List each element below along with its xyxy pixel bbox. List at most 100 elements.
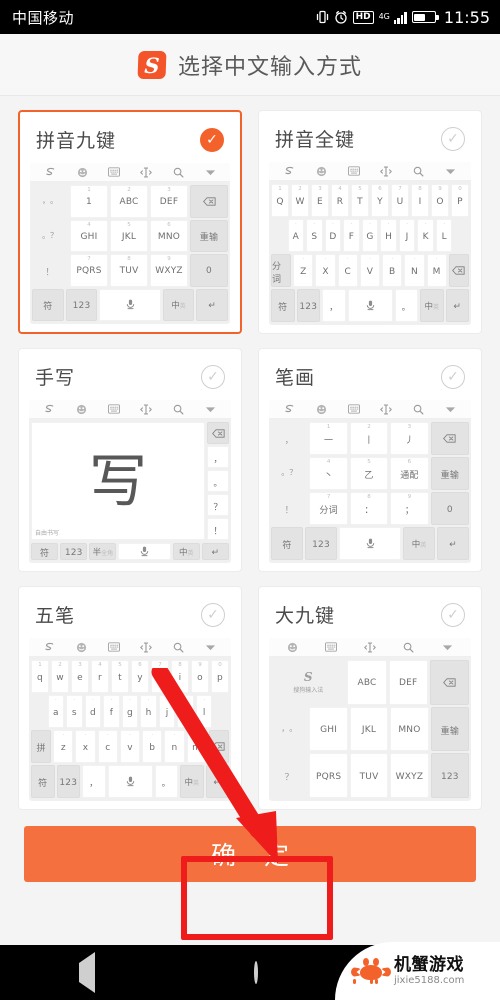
check-circle-outline-icon[interactable]: ✓ bbox=[441, 364, 465, 389]
key-⌫[interactable] bbox=[430, 422, 470, 455]
emoji-icon[interactable] bbox=[74, 640, 89, 655]
key-i[interactable]: 8i bbox=[171, 660, 189, 693]
input-method-card-wubi[interactable]: 五笔 ✓ 1 q 2 w 3 e 4 r 5 t 6 y 7 u 8 i 9 o 0 p · a · s · d · f · g · h · j ·… bbox=[18, 586, 242, 810]
key-🎙[interactable] bbox=[99, 288, 161, 321]
key-TUV[interactable]: 8 TUV bbox=[110, 254, 148, 287]
key-V[interactable]: · V bbox=[359, 254, 381, 287]
key-123[interactable]: 123 bbox=[305, 527, 337, 560]
sogou-icon[interactable] bbox=[43, 165, 58, 180]
emoji-icon[interactable] bbox=[74, 402, 89, 417]
key-JKL[interactable]: JKL bbox=[349, 706, 389, 752]
handwriting-pad[interactable]: 写 自由书写 bbox=[31, 422, 205, 540]
chevron-down-icon[interactable] bbox=[443, 402, 458, 417]
cursor-move-icon[interactable] bbox=[362, 640, 377, 655]
key-符[interactable]: 符 bbox=[271, 527, 303, 560]
key-l[interactable]: · l bbox=[195, 695, 213, 728]
key-H[interactable]: · H bbox=[380, 219, 397, 252]
key-v[interactable]: · v bbox=[119, 730, 141, 763]
input-method-card-handwriting[interactable]: 手写 ✓ 写 自由书写 ，。？！ 符 123 半全角 中英 ↵ bbox=[18, 348, 242, 572]
keyboard-icon[interactable] bbox=[346, 402, 361, 417]
chevron-down-icon[interactable] bbox=[203, 165, 218, 180]
key-🎙[interactable] bbox=[347, 289, 393, 322]
key-中英[interactable]: 中英 bbox=[403, 527, 435, 560]
key-↵[interactable]: ↵ bbox=[201, 543, 229, 560]
key-MNO[interactable]: 6 MNO bbox=[150, 219, 188, 252]
key-。[interactable]: 。 bbox=[394, 289, 418, 322]
chevron-down-icon[interactable] bbox=[443, 164, 458, 179]
input-method-card-pinyin-full-key[interactable]: 拼音全键 ✓ 1 Q 2 W 3 E 4 R 5 T 6 Y 7 U 8 I 9 O 0 P · A · S · D · F · G · H ·… bbox=[258, 110, 482, 334]
confirm-button[interactable]: 确 定 bbox=[24, 826, 476, 882]
key-m[interactable]: · m bbox=[186, 730, 207, 763]
key-通配[interactable]: 6 通配 bbox=[390, 457, 429, 490]
key-x[interactable]: · x bbox=[75, 730, 96, 763]
key-⌫[interactable] bbox=[429, 660, 470, 705]
cursor-move-icon[interactable] bbox=[379, 164, 394, 179]
search-icon[interactable] bbox=[411, 164, 426, 179]
cursor-move-icon[interactable] bbox=[139, 165, 154, 180]
key-。？[interactable]: 。？ bbox=[32, 219, 68, 252]
key-u[interactable]: 7u bbox=[151, 660, 169, 693]
key-↵[interactable]: ↵ bbox=[445, 289, 469, 322]
key-q[interactable]: 1q bbox=[31, 660, 49, 693]
key-⌫[interactable] bbox=[448, 254, 469, 287]
check-circle-filled-icon[interactable]: ✓ bbox=[200, 127, 224, 152]
key-O[interactable]: 9O bbox=[431, 184, 449, 217]
key-。？[interactable]: 。？ bbox=[271, 457, 308, 490]
key-符[interactable]: 符 bbox=[31, 765, 55, 798]
key-Y[interactable]: 6Y bbox=[371, 184, 389, 217]
key-🎙[interactable] bbox=[118, 543, 171, 560]
search-icon[interactable] bbox=[411, 402, 426, 417]
key-ABC[interactable]: 2 ABC bbox=[110, 185, 148, 218]
key-。[interactable]: 。 bbox=[154, 765, 178, 798]
key-符[interactable]: 符 bbox=[271, 289, 295, 322]
key-重输[interactable]: 重输 bbox=[430, 706, 470, 752]
key-N[interactable]: · N bbox=[404, 254, 425, 287]
key-！[interactable]: ！ bbox=[271, 492, 308, 525]
key-中英[interactable]: 中英 bbox=[420, 289, 444, 322]
sogou-icon[interactable] bbox=[42, 640, 57, 655]
key-丿[interactable]: 3丿 bbox=[390, 422, 429, 455]
sogou-icon[interactable] bbox=[282, 402, 297, 417]
emoji-icon[interactable] bbox=[75, 165, 90, 180]
key-中英[interactable]: 中英 bbox=[180, 765, 204, 798]
key-e[interactable]: 3e bbox=[71, 660, 89, 693]
key-半全角[interactable]: 半全角 bbox=[89, 543, 117, 560]
key-R[interactable]: 4R bbox=[331, 184, 349, 217]
key-⌫[interactable] bbox=[190, 185, 228, 218]
key-GHI[interactable]: GHI bbox=[309, 706, 348, 752]
key-↵[interactable]: ↵ bbox=[205, 765, 229, 798]
key-🎙[interactable] bbox=[107, 765, 153, 798]
key-GHI[interactable]: 4 GHI bbox=[70, 219, 108, 252]
check-circle-outline-icon[interactable]: ✓ bbox=[441, 126, 465, 151]
key-JKL[interactable]: 5 JKL bbox=[110, 219, 148, 252]
key-分词[interactable]: 分词 bbox=[271, 254, 292, 287]
input-method-card-stroke[interactable]: 笔画 ✓ ， 1 一 2 丨 3 丿。？ 4 丶 5 乙 6 通配 重输！ 7 分词 8： 9； 0 符 123 中英 ↵ bbox=[258, 348, 482, 572]
key-k[interactable]: · k bbox=[177, 695, 194, 728]
key-o[interactable]: 9o bbox=[191, 660, 209, 693]
key-：[interactable]: 8： bbox=[349, 492, 389, 525]
key-S[interactable]: · S bbox=[306, 219, 323, 252]
key-r[interactable]: 4r bbox=[91, 660, 109, 693]
key-n[interactable]: · n bbox=[164, 730, 185, 763]
key-，[interactable]: ， bbox=[271, 422, 308, 455]
key-🎙[interactable] bbox=[339, 527, 401, 560]
key-重输[interactable]: 重输 bbox=[430, 457, 470, 490]
key-？[interactable]: ？ bbox=[207, 494, 229, 516]
key-WXYZ[interactable]: WXYZ bbox=[390, 753, 429, 799]
key-p[interactable]: 0p bbox=[211, 660, 229, 693]
key-Z[interactable]: · Z bbox=[293, 254, 314, 287]
input-method-card-big-nine-key[interactable]: 大九键 ✓ S 搜狗输入法 ABC DEF，。 GHI JKL MNO 重输？ PQRS TU… bbox=[258, 586, 482, 810]
emoji-icon[interactable] bbox=[314, 402, 329, 417]
key-123[interactable]: 123 bbox=[296, 289, 320, 322]
key-，[interactable]: ， bbox=[207, 446, 229, 468]
key-A[interactable]: · A bbox=[287, 219, 305, 252]
key-乙[interactable]: 5乙 bbox=[349, 457, 389, 490]
key-M[interactable]: · M bbox=[426, 254, 447, 287]
key-↵[interactable]: ↵ bbox=[437, 527, 469, 560]
key-分词[interactable]: 7 分词 bbox=[309, 492, 348, 525]
key-⌫[interactable] bbox=[207, 422, 229, 444]
back-triangle-icon[interactable] bbox=[79, 952, 96, 993]
key-C[interactable]: · C bbox=[337, 254, 358, 287]
key-符[interactable]: 符 bbox=[31, 543, 59, 560]
key-↵[interactable]: ↵ bbox=[196, 288, 229, 321]
